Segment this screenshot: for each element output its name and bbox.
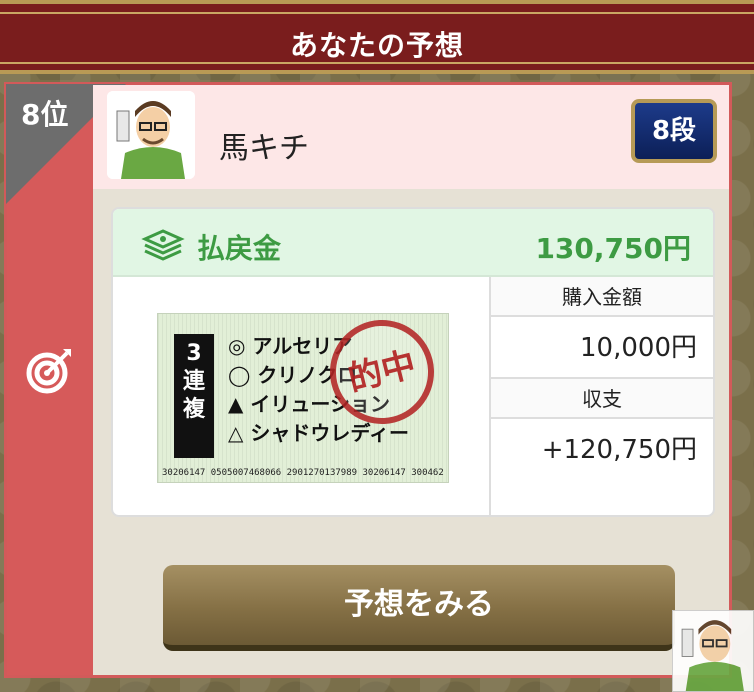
- purchase-label: 購入金額: [491, 277, 713, 317]
- page-header: あなたの予想: [0, 0, 754, 74]
- avatar-image: [673, 611, 753, 691]
- betting-ticket: 3連複 ◎ アルセリア ◯ クリノクロ ▲ イリューション △ シャドウレディー…: [157, 308, 449, 483]
- payout-box: 払戻金 130,750円 3連複 ◎ アルセリア ◯ クリノクロ ▲ イリューシ…: [111, 207, 715, 517]
- dan-badge: 8段: [631, 99, 717, 163]
- bet-type-label: 3連複: [183, 341, 206, 422]
- purchase-value: 10,000円: [491, 317, 713, 379]
- ticket-barcode: 30206147 0505007468066 2901270137989 302…: [162, 468, 444, 478]
- username: 馬キチ: [219, 131, 309, 166]
- floating-avatar[interactable]: [672, 610, 754, 692]
- balance-label: 収支: [491, 379, 713, 419]
- ticket-area: 3連複 ◎ アルセリア ◯ クリノクロ ▲ イリューション △ シャドウレディー…: [113, 277, 491, 515]
- bet-type: 3連複: [174, 334, 214, 458]
- money-stack-icon: [141, 229, 185, 261]
- stats-area: 購入金額 10,000円 収支 +120,750円: [491, 277, 713, 515]
- page-title: あなたの予想: [289, 29, 464, 62]
- prediction-body: 払戻金 130,750円 3連複 ◎ アルセリア ◯ クリノクロ ▲ イリューシ…: [93, 189, 729, 675]
- user-row: 馬キチ 8段: [93, 85, 729, 189]
- avatar[interactable]: [107, 91, 195, 179]
- rank-label: 8位: [21, 98, 69, 131]
- avatar-image: [107, 91, 195, 179]
- payout-label: 払戻金: [197, 232, 282, 265]
- payout-value: 130,750円: [535, 232, 691, 265]
- balance-value: +120,750円: [541, 435, 697, 465]
- payout-header: 払戻金 130,750円: [113, 209, 713, 277]
- target-icon: [26, 349, 71, 394]
- prediction-card: 8位 馬キチ 8段 払戻金 130,750円 3連複 ◎ アルセリア ◯ クリノ…: [4, 82, 732, 678]
- view-prediction-button[interactable]: 予想をみる: [163, 565, 675, 651]
